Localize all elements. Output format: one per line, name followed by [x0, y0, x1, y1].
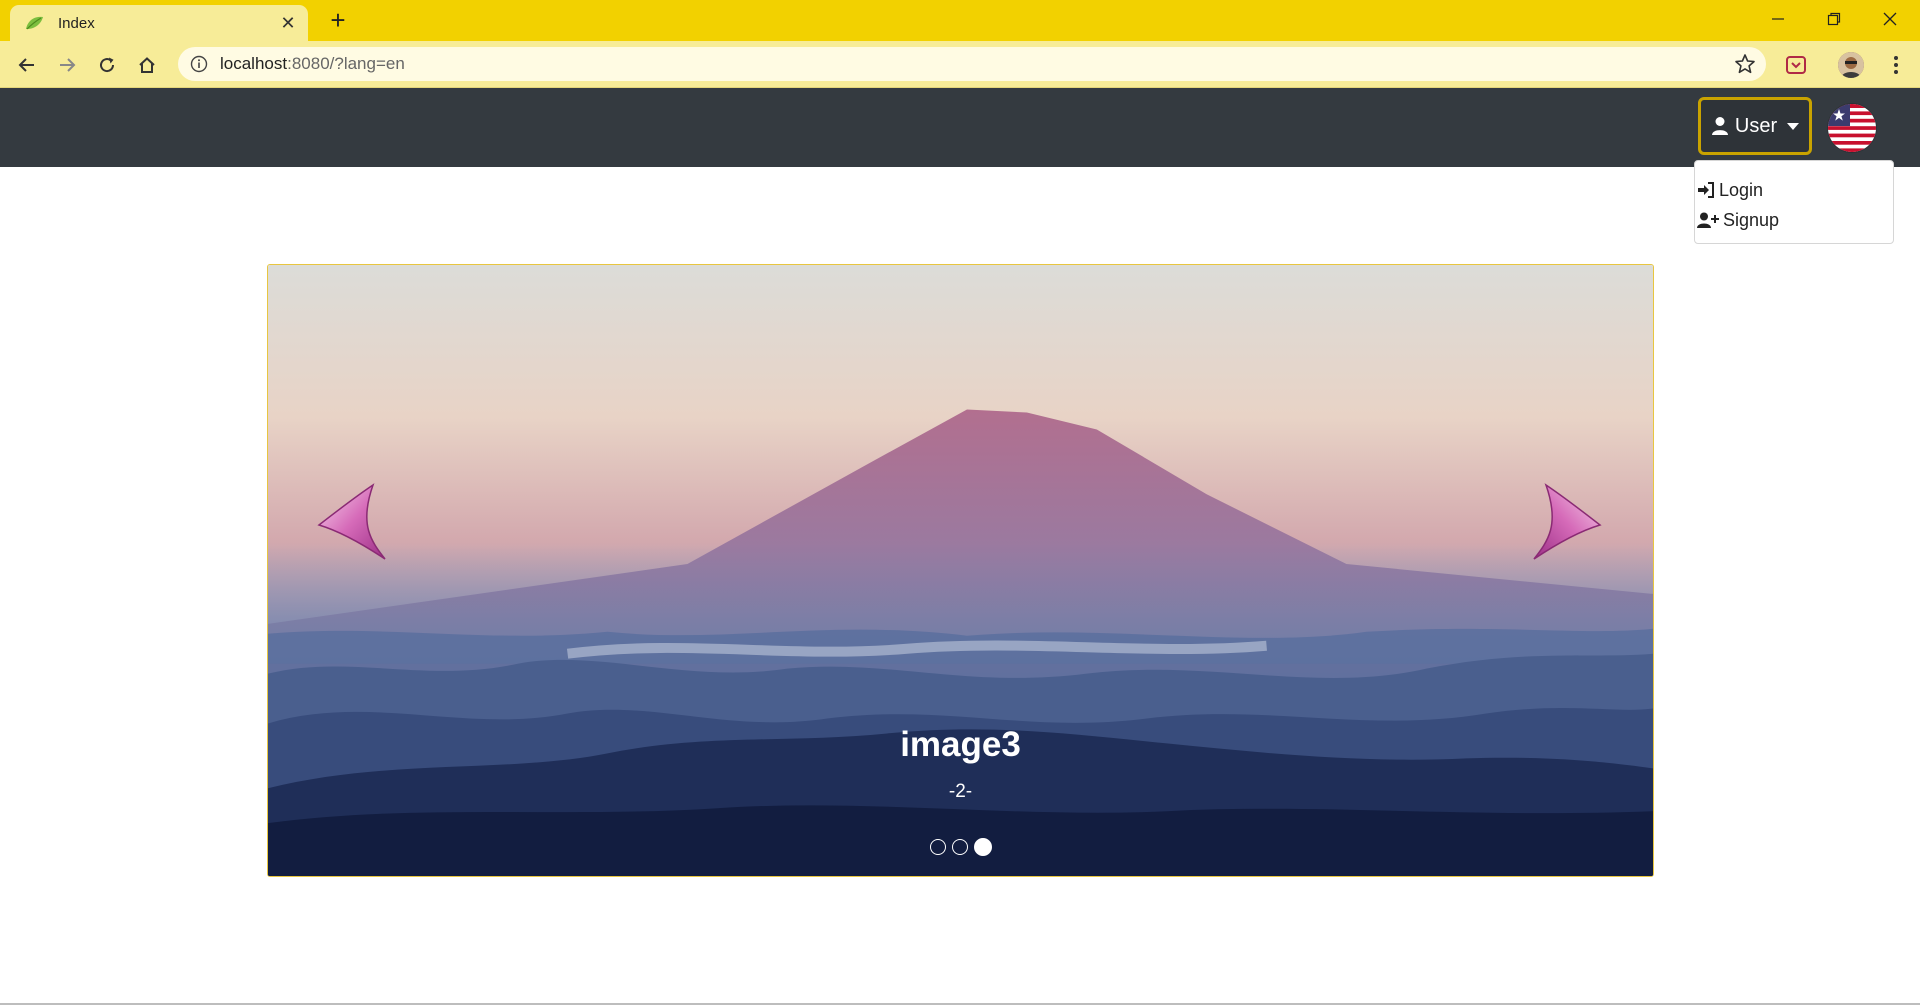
info-icon[interactable]	[190, 55, 208, 73]
minimize-button[interactable]	[1758, 6, 1798, 34]
dropdown-item-signup[interactable]: Signup	[1695, 205, 1893, 235]
home-button[interactable]	[132, 50, 162, 80]
carousel-indicator-3-active[interactable]	[973, 838, 992, 856]
image-carousel: image3 -2-	[267, 264, 1654, 877]
url-host: localhost	[220, 54, 288, 73]
close-window-button[interactable]	[1870, 6, 1910, 34]
carousel-next-arrow-icon[interactable]	[1528, 483, 1604, 563]
back-button[interactable]	[12, 50, 42, 80]
browser-tab[interactable]: Index ✕	[10, 5, 308, 41]
carousel-prev-arrow-icon[interactable]	[315, 483, 391, 563]
carousel-caption-subtitle: -2-	[948, 781, 973, 802]
new-tab-button[interactable]: +	[324, 6, 352, 34]
dropdown-item-label: Signup	[1723, 209, 1780, 230]
tab-close-icon[interactable]: ✕	[278, 13, 298, 34]
dropdown-item-label: Login	[1719, 179, 1764, 200]
carousel-indicators	[268, 838, 1653, 856]
tab-title: Index	[58, 14, 95, 32]
user-dropdown-menu: Login Signup	[1694, 160, 1894, 244]
profile-avatar[interactable]	[1838, 52, 1864, 78]
bookmark-star-icon[interactable]	[1734, 53, 1756, 75]
site-navbar	[0, 88, 1920, 167]
address-bar[interactable]: localhost:8080/?lang=en	[178, 47, 1766, 81]
browser-menu-icon[interactable]	[1888, 52, 1904, 78]
carousel-indicator-1[interactable]	[929, 839, 946, 855]
user-plus-icon	[1697, 212, 1719, 228]
url-path: :8080/?lang=en	[287, 54, 405, 73]
browser-toolbar: localhost:8080/?lang=en	[0, 41, 1920, 88]
carousel-indicator-2[interactable]	[951, 839, 968, 855]
user-dropdown-button[interactable]: User	[1698, 97, 1812, 155]
user-button-label: User	[1734, 114, 1778, 137]
user-icon	[1711, 117, 1728, 135]
pocket-extension-icon[interactable]	[1784, 53, 1808, 77]
url-text: localhost:8080/?lang=en	[220, 54, 1766, 74]
us-flag-icon[interactable]	[1828, 104, 1876, 152]
leaf-icon	[26, 16, 43, 30]
browser-tab-bar: Index ✕ +	[0, 0, 1920, 41]
reload-button[interactable]	[92, 50, 122, 80]
carousel-caption-title: image3	[900, 725, 1021, 764]
caret-down-icon	[1787, 122, 1800, 130]
sign-in-icon	[1698, 182, 1714, 198]
arrow-right-icon	[60, 58, 76, 72]
home-icon	[139, 57, 155, 73]
dropdown-item-login[interactable]: Login	[1695, 175, 1893, 205]
restore-button[interactable]	[1814, 6, 1854, 34]
reload-icon	[100, 57, 115, 73]
arrow-left-icon	[18, 58, 34, 72]
forward-button[interactable]	[52, 50, 82, 80]
